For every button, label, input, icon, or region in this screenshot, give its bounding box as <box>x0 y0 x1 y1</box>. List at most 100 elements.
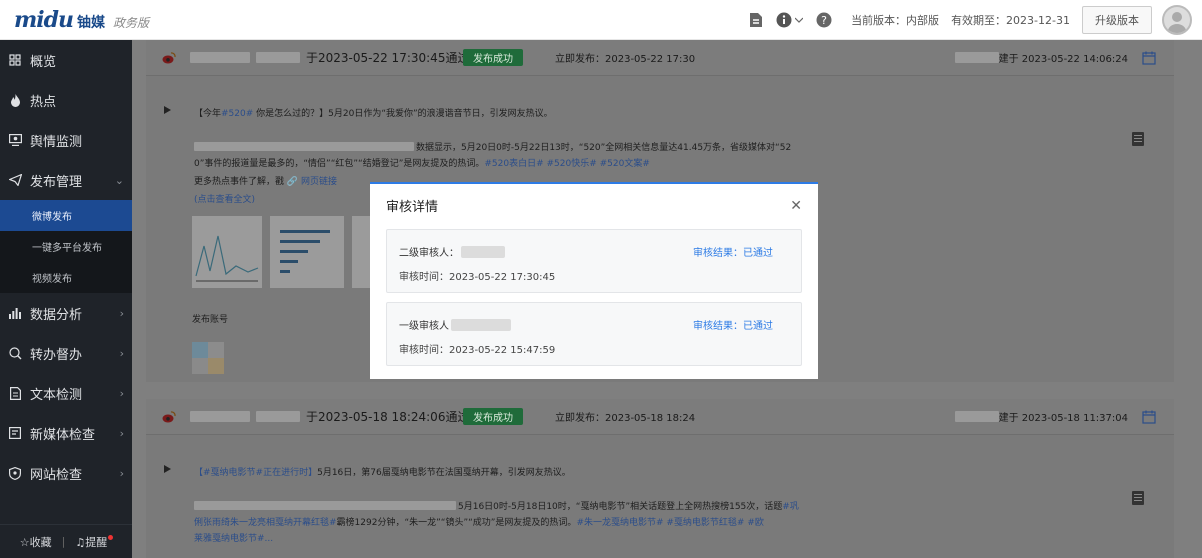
post-line: 莱雅戛纳电影节#... <box>194 534 274 544</box>
post-line: (点击查看全文) <box>194 192 255 205</box>
chevron-right-icon: › <box>119 466 124 480</box>
play-icon[interactable] <box>164 465 171 473</box>
publish-time: 立即发布：2023-05-22 17:30 <box>555 54 696 65</box>
top-bar: midu 铀媒 政务版 ? 当前版本：内部版 有效期至：2023-12-31 升… <box>0 0 1202 40</box>
redacted-text <box>256 411 300 422</box>
notification-dot <box>108 534 114 540</box>
attachment-image[interactable] <box>352 216 372 288</box>
bell-icon: ♫ <box>75 535 86 549</box>
sidebar-footer: ☆收藏 | ♫提醒 <box>0 524 132 558</box>
post-card-header: 于2023-05-18 18:24:06通过 发布成功 立即发布：2023-05… <box>146 399 1174 435</box>
document-icon <box>8 386 22 400</box>
view-full-link[interactable]: (点击查看全文) <box>194 195 255 205</box>
redacted-text <box>954 52 999 63</box>
created-time: 建于 2023-05-22 14:06:24 <box>954 50 1128 65</box>
svg-text:?: ? <box>821 14 827 27</box>
sidebar-item-website-check[interactable]: 网站检查 › <box>0 453 132 493</box>
attachment-image[interactable] <box>192 216 262 288</box>
sidebar-item-label: 发布管理 <box>30 174 83 190</box>
logo-subtitle: 政务版 <box>113 15 150 30</box>
file-export-icon[interactable] <box>747 11 765 29</box>
sidebar: 概览 热点 舆情监测 发布管理 ⌄ 微博发布 一键多平台发布 视频发布 数据分析… <box>0 40 132 558</box>
avatar[interactable] <box>1162 5 1192 35</box>
review-card: 一级审核人 审核结果：已通过 审核时间：2023-05-22 15:47:59 <box>386 302 802 366</box>
current-version: 当前版本：内部版 <box>851 14 940 27</box>
sidebar-item-overview[interactable]: 概览 <box>0 40 132 80</box>
post-title: 于2023-05-22 17:30:45通过 <box>190 49 469 66</box>
monitor-icon <box>8 133 22 147</box>
document-icon[interactable] <box>1132 491 1144 505</box>
redacted-text <box>190 52 250 63</box>
help-icon[interactable]: ? <box>815 11 833 29</box>
web-link[interactable]: 🔗 网页链接 <box>287 177 337 187</box>
reviewer-name: 一级审核人 <box>399 317 511 332</box>
post-card-header: 于2023-05-22 17:30:45通过 发布成功 立即发布：2023-05… <box>146 40 1174 76</box>
sidebar-item-transfer[interactable]: 转办督办 › <box>0 333 132 373</box>
divider: | <box>61 535 66 548</box>
app-logo[interactable]: midu 铀媒 政务版 <box>0 7 149 33</box>
weibo-icon <box>162 51 176 65</box>
post-card-body: 【#戛纳电影节#正在进行时】5月16日，第76届戛纳电影节在法国戛纳开幕，引发网… <box>146 435 1174 558</box>
close-icon[interactable]: ✕ <box>790 198 802 214</box>
redacted-text <box>194 501 456 510</box>
sidebar-item-label: 新媒体检查 <box>30 427 96 443</box>
sidebar-item-label: 文本检测 <box>30 387 83 403</box>
sidebar-subitem-multi-platform[interactable]: 一键多平台发布 <box>0 231 132 262</box>
sidebar-subitem-video[interactable]: 视频发布 <box>0 262 132 293</box>
review-result: 审核结果：已通过 <box>693 248 773 259</box>
post-line: 【#戛纳电影节#正在进行时】5月16日，第76届戛纳电影节在法国戛纳开幕，引发网… <box>194 468 571 478</box>
transfer-icon <box>8 346 22 360</box>
sidebar-item-text-check[interactable]: 文本检测 › <box>0 373 132 413</box>
info-icon[interactable] <box>775 11 793 29</box>
review-card: 二级审核人： 审核结果：已通过 审核时间：2023-05-22 17:30:45 <box>386 229 802 293</box>
star-icon: ☆ <box>19 535 30 549</box>
created-time: 建于 2023-05-18 11:37:04 <box>954 409 1128 424</box>
redacted-text <box>256 52 300 63</box>
sidebar-item-new-media-check[interactable]: 新媒体检查 › <box>0 413 132 453</box>
flame-icon <box>8 93 22 107</box>
post-line: 数据显示，5月20日0时-5月22日13时，“520”全网相关信息量达41.45… <box>194 140 791 153</box>
post-card: 于2023-05-18 18:24:06通过 发布成功 立即发布：2023-05… <box>146 399 1174 558</box>
sidebar-item-monitoring[interactable]: 舆情监测 <box>0 120 132 160</box>
post-line: 0”事件的报道量是最多的，“情侣”“红包”“结婚登记”是网友提及的热词。#520… <box>194 159 650 169</box>
favorites-button[interactable]: ☆收藏 <box>20 534 52 550</box>
play-icon[interactable] <box>164 106 171 114</box>
chevron-down-icon[interactable] <box>795 11 804 29</box>
reviewer-name: 二级审核人： <box>399 244 505 259</box>
sidebar-item-label: 热点 <box>30 94 57 110</box>
redacted-text <box>461 245 505 258</box>
attachment-image[interactable] <box>270 216 344 288</box>
chevron-right-icon: › <box>119 306 124 320</box>
post-line: 更多热点事件了解，戳 🔗 网页链接 <box>194 177 337 187</box>
sidebar-item-label: 舆情监测 <box>30 134 83 150</box>
publish-time: 立即发布：2023-05-18 18:24 <box>555 413 696 424</box>
account-label: 发布账号 <box>192 315 229 325</box>
bar-chart-icon <box>8 306 22 320</box>
sidebar-item-hot[interactable]: 热点 <box>0 80 132 120</box>
redacted-text <box>194 142 414 151</box>
sidebar-item-data-analysis[interactable]: 数据分析 › <box>0 293 132 333</box>
expiry-date: 有效期至：2023-12-31 <box>951 14 1070 27</box>
post-title: 于2023-05-18 18:24:06通过 <box>190 408 469 425</box>
reminder-button[interactable]: ♫提醒 <box>75 534 114 550</box>
chevron-down-icon: ⌄ <box>114 173 124 187</box>
status-badge: 发布成功 <box>463 49 523 66</box>
sidebar-subitem-weibo[interactable]: 微博发布 <box>0 200 132 231</box>
calendar-icon[interactable] <box>1142 410 1156 424</box>
review-time: 审核时间：2023-05-22 15:47:59 <box>399 345 556 356</box>
redacted-text <box>451 318 511 331</box>
review-time: 审核时间：2023-05-22 17:30:45 <box>399 272 556 283</box>
sidebar-item-label: 网站检查 <box>30 467 83 483</box>
web-icon <box>8 466 22 480</box>
send-icon <box>8 173 22 187</box>
review-result: 审核结果：已通过 <box>693 321 773 332</box>
chevron-right-icon: › <box>119 426 124 440</box>
account-avatar[interactable] <box>192 342 224 374</box>
upgrade-button[interactable]: 升级版本 <box>1082 6 1152 34</box>
document-icon[interactable] <box>1132 132 1144 146</box>
sidebar-item-publishing[interactable]: 发布管理 ⌄ <box>0 160 132 200</box>
redacted-text <box>190 411 250 422</box>
sidebar-item-label: 转办督办 <box>30 347 83 363</box>
calendar-icon[interactable] <box>1142 51 1156 65</box>
chevron-right-icon: › <box>119 346 124 360</box>
